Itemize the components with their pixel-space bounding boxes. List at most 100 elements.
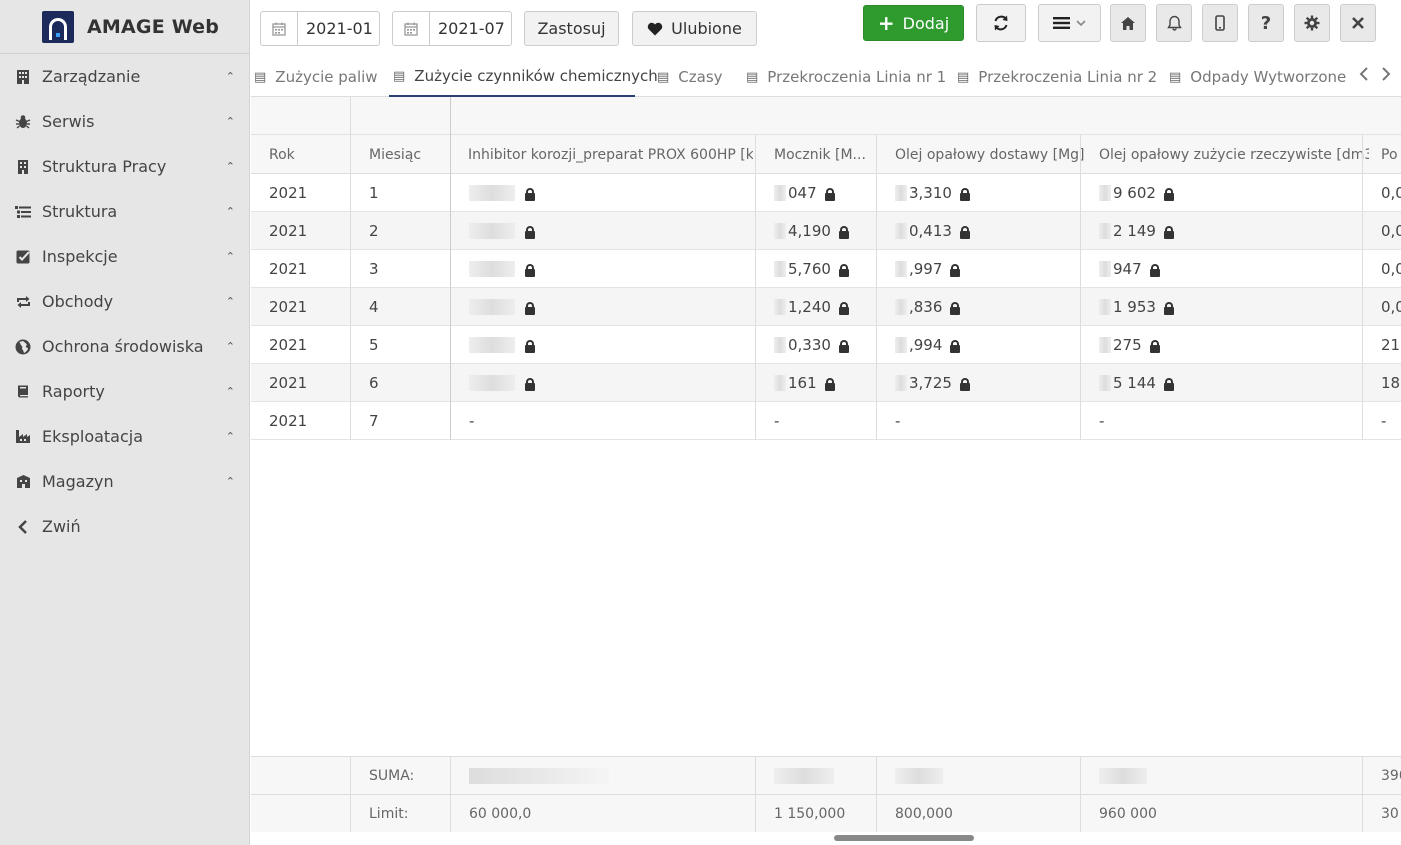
bug-icon: [15, 114, 31, 130]
home-icon: [1120, 16, 1136, 31]
refresh-icon: [992, 14, 1010, 32]
cell-text: 9 602: [1113, 184, 1156, 202]
cell-text: ,836: [909, 298, 943, 316]
redacted-value: [895, 223, 907, 239]
chevron-up-icon: ⌃: [225, 160, 235, 173]
limit-label: Limit:: [369, 806, 409, 822]
redacted-value: [469, 223, 515, 239]
lock-icon: [1149, 340, 1160, 353]
table-row[interactable]: 2021 7 - - - - -: [251, 402, 1401, 440]
column-header-olej-dostawy[interactable]: Olej opałowy dostawy [Mg]: [895, 135, 1085, 174]
column-header-inhibitor[interactable]: Inhibitor korozji_preparat PROX 600HP [k…: [468, 135, 753, 174]
sidebar-item-label: Magazyn: [42, 472, 114, 491]
cell-text: 2021: [269, 222, 308, 240]
column-header-mocznik[interactable]: Mocznik [M...: [774, 135, 874, 174]
horizontal-scrollbar[interactable]: [834, 835, 974, 841]
tab-czasy[interactable]: ▤ Czasy: [657, 57, 723, 97]
column-header-olej-zuzycie[interactable]: Olej opałowy zużycie rzeczywiste [dm3]: [1099, 135, 1369, 174]
table-cell: [451, 288, 535, 326]
cell-text: 7: [369, 412, 379, 430]
cell-text: 2021: [269, 184, 308, 202]
book-icon: [15, 384, 31, 400]
apply-button[interactable]: Zastosuj: [524, 11, 619, 46]
brand[interactable]: AMAGE Web: [0, 0, 249, 54]
sidebar-item-inspekcje[interactable]: Inspekcje ⌃: [0, 234, 249, 279]
calendar-icon: [393, 12, 430, 45]
sidebar-item-magazyn[interactable]: Magazyn ⌃: [0, 459, 249, 504]
table-cell: 0,413: [877, 212, 970, 250]
table-cell: 2021: [251, 174, 307, 212]
favorites-button[interactable]: Ulubione: [632, 11, 757, 46]
help-button[interactable]: ?: [1248, 4, 1284, 42]
lock-icon: [838, 226, 849, 239]
sidebar-item-zarzadzanie[interactable]: Zarządzanie ⌃: [0, 54, 249, 99]
sidebar-collapse[interactable]: Zwiń: [0, 504, 249, 549]
tab-przekroczenia-linia-1[interactable]: ▤ Przekroczenia Linia nr 1: [746, 57, 946, 97]
sidebar-item-ochrona-srodowiska[interactable]: Ochrona środowiska ⌃: [0, 324, 249, 369]
settings-button[interactable]: [1294, 4, 1330, 42]
cell-text: 0,413: [909, 222, 952, 240]
table-cell: 2021: [251, 250, 307, 288]
cell-text: 0,0: [1381, 184, 1401, 202]
table-cell: -: [756, 402, 779, 440]
add-button[interactable]: + Dodaj: [863, 5, 964, 41]
tabs-scroll-left-icon[interactable]: [1359, 67, 1369, 85]
menu-dropdown-button[interactable]: [1038, 4, 1101, 42]
tab-odpady-wytworzone[interactable]: ▤ Odpady Wytworzone: [1169, 57, 1346, 97]
column-divider: [876, 756, 877, 832]
close-button[interactable]: [1340, 4, 1376, 42]
table-row[interactable]: 2021 5 0,330 ,994 275 21: [251, 326, 1401, 364]
cell-text: 1,240: [788, 298, 831, 316]
table-row[interactable]: 2021 6 161 3,725 5 144 18: [251, 364, 1401, 402]
notifications-button[interactable]: [1156, 4, 1192, 42]
redacted-value: [469, 261, 515, 277]
table-cell: 2021: [251, 212, 307, 250]
chevron-up-icon: ⌃: [225, 340, 235, 353]
plus-icon: +: [877, 11, 895, 35]
table-cell: 4: [351, 288, 379, 326]
lock-icon: [959, 226, 970, 239]
refresh-button[interactable]: [976, 4, 1026, 42]
table-row[interactable]: 2021 1 047 3,310 9 602 0,0: [251, 174, 1401, 212]
sidebar-item-obchody[interactable]: Obchody ⌃: [0, 279, 249, 324]
date-from-input[interactable]: 2021-01: [260, 11, 380, 46]
cell-text: 2: [369, 222, 379, 240]
redacted-value: [895, 299, 907, 315]
table-row[interactable]: 2021 2 4,190 0,413 2 149 0,0: [251, 212, 1401, 250]
date-to-input[interactable]: 2021-07: [392, 11, 512, 46]
lock-icon: [838, 302, 849, 315]
lock-icon: [1149, 264, 1160, 277]
column-divider: [350, 756, 351, 832]
column-header-miesiac[interactable]: Miesiąc: [369, 135, 421, 174]
table-cell: 5,760: [756, 250, 849, 288]
sidebar-item-serwis[interactable]: Serwis ⌃: [0, 99, 249, 144]
sum-cell-value: 390: [1381, 768, 1401, 784]
sidebar-item-raporty[interactable]: Raporty ⌃: [0, 369, 249, 414]
sidebar-item-eksploatacja[interactable]: Eksploatacja ⌃: [0, 414, 249, 459]
column-header-truncated[interactable]: Po: [1381, 135, 1398, 174]
sum-label: SUMA:: [369, 768, 415, 784]
tab-zuzycie-paliw[interactable]: ▤ Zużycie paliw: [254, 57, 378, 97]
tab-label: Zużycie czynników chemicznych: [414, 67, 658, 85]
tab-przekroczenia-linia-2[interactable]: ▤ Przekroczenia Linia nr 2: [957, 57, 1157, 97]
table-row[interactable]: 2021 3 5,760 ,997 947 0,0: [251, 250, 1401, 288]
table-cell: [451, 250, 535, 288]
sidebar-item-struktura[interactable]: Struktura ⌃: [0, 189, 249, 234]
sidebar-nav: Zarządzanie ⌃ Serwis ⌃ Struktura Pracy ⌃…: [0, 54, 249, 549]
table-cell: 3,725: [877, 364, 970, 402]
cell-text: 2 149: [1113, 222, 1156, 240]
redacted-value: [469, 299, 515, 315]
mobile-button[interactable]: [1202, 4, 1238, 42]
close-icon: [1351, 16, 1365, 30]
grid-limit-row: Limit: 60 000,0 1 150,000 800,000 960 00…: [251, 794, 1401, 832]
tabs-scroll-right-icon[interactable]: [1381, 67, 1391, 85]
table-cell: 161: [756, 364, 835, 402]
home-button[interactable]: [1110, 4, 1146, 42]
column-divider: [755, 756, 756, 832]
table-row[interactable]: 2021 4 1,240 ,836 1 953 0,0: [251, 288, 1401, 326]
sidebar-item-struktura-pracy[interactable]: Struktura Pracy ⌃: [0, 144, 249, 189]
tab-zuzycie-czynnikow-chemicznych[interactable]: ▤ Zużycie czynników chemicznych: [389, 57, 658, 97]
lock-icon: [525, 188, 535, 201]
column-header-rok[interactable]: Rok: [269, 135, 295, 174]
table-cell: 2021: [251, 326, 307, 364]
